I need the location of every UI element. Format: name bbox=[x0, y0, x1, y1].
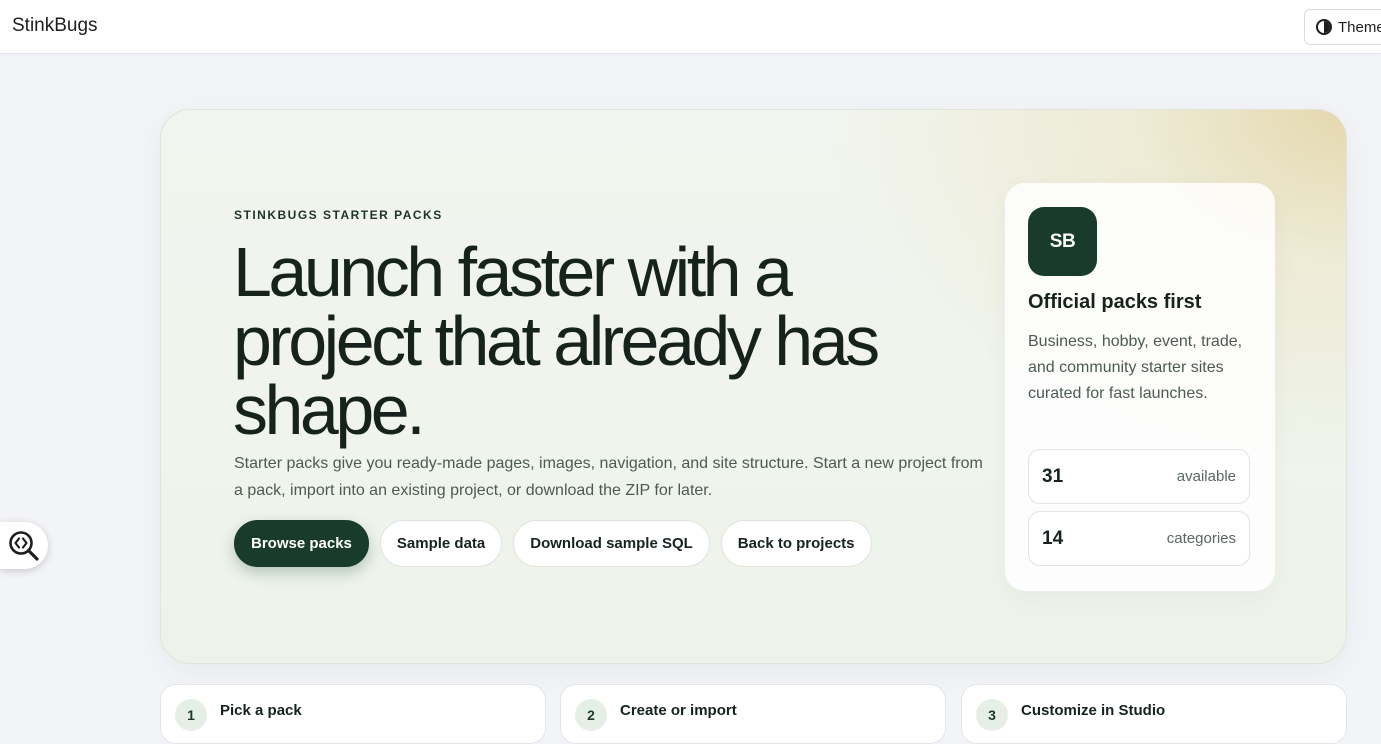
card-title: Official packs first bbox=[1028, 291, 1202, 313]
inspector-tool-button[interactable] bbox=[0, 522, 48, 569]
back-to-projects-button[interactable]: Back to projects bbox=[720, 520, 872, 567]
stat-available: 31 available bbox=[1028, 449, 1250, 504]
step-number: 1 bbox=[175, 699, 207, 731]
contrast-icon bbox=[1316, 19, 1332, 35]
hero-eyebrow: STINKBUGS STARTER PACKS bbox=[234, 208, 443, 222]
step-card-create: 2 Create or import bbox=[560, 684, 946, 744]
hero-description: Starter packs give you ready-made pages,… bbox=[234, 455, 983, 499]
step-number: 3 bbox=[976, 699, 1008, 731]
card-description: Business, hobby, event, trade, and commu… bbox=[1028, 333, 1243, 402]
stat-value: 31 bbox=[1042, 465, 1064, 487]
top-bar: StinkBugs Theme bbox=[0, 0, 1381, 54]
step-card-customize: 3 Customize in Studio bbox=[961, 684, 1347, 744]
download-sample-sql-button[interactable]: Download sample SQL bbox=[513, 520, 710, 567]
browse-packs-button[interactable]: Browse packs bbox=[234, 520, 369, 567]
step-card-pick: 1 Pick a pack bbox=[160, 684, 546, 744]
theme-toggle-button[interactable]: Theme bbox=[1304, 9, 1381, 45]
code-magnifier-icon bbox=[9, 530, 39, 561]
hero-actions: Browse packs Sample data Download sample… bbox=[234, 520, 872, 567]
step-title: Pick a pack bbox=[220, 702, 302, 719]
brand-name[interactable]: StinkBugs bbox=[12, 15, 98, 37]
hero-headline: Launch faster with a project that alread… bbox=[233, 233, 880, 449]
step-number: 2 bbox=[575, 699, 607, 731]
stat-categories: 14 categories bbox=[1028, 511, 1250, 566]
stat-value: 14 bbox=[1042, 527, 1064, 549]
stat-label: categories bbox=[1166, 530, 1236, 547]
sb-logo-badge: SB bbox=[1028, 207, 1097, 276]
hero-section: STINKBUGS STARTER PACKS Launch faster wi… bbox=[160, 109, 1347, 664]
official-packs-card: SB Official packs first Business, hobby,… bbox=[1005, 183, 1275, 591]
stat-label: available bbox=[1176, 468, 1236, 485]
step-title: Customize in Studio bbox=[1021, 702, 1166, 719]
step-title: Create or import bbox=[620, 702, 737, 719]
theme-label: Theme bbox=[1338, 18, 1381, 36]
sample-data-button[interactable]: Sample data bbox=[379, 520, 503, 567]
